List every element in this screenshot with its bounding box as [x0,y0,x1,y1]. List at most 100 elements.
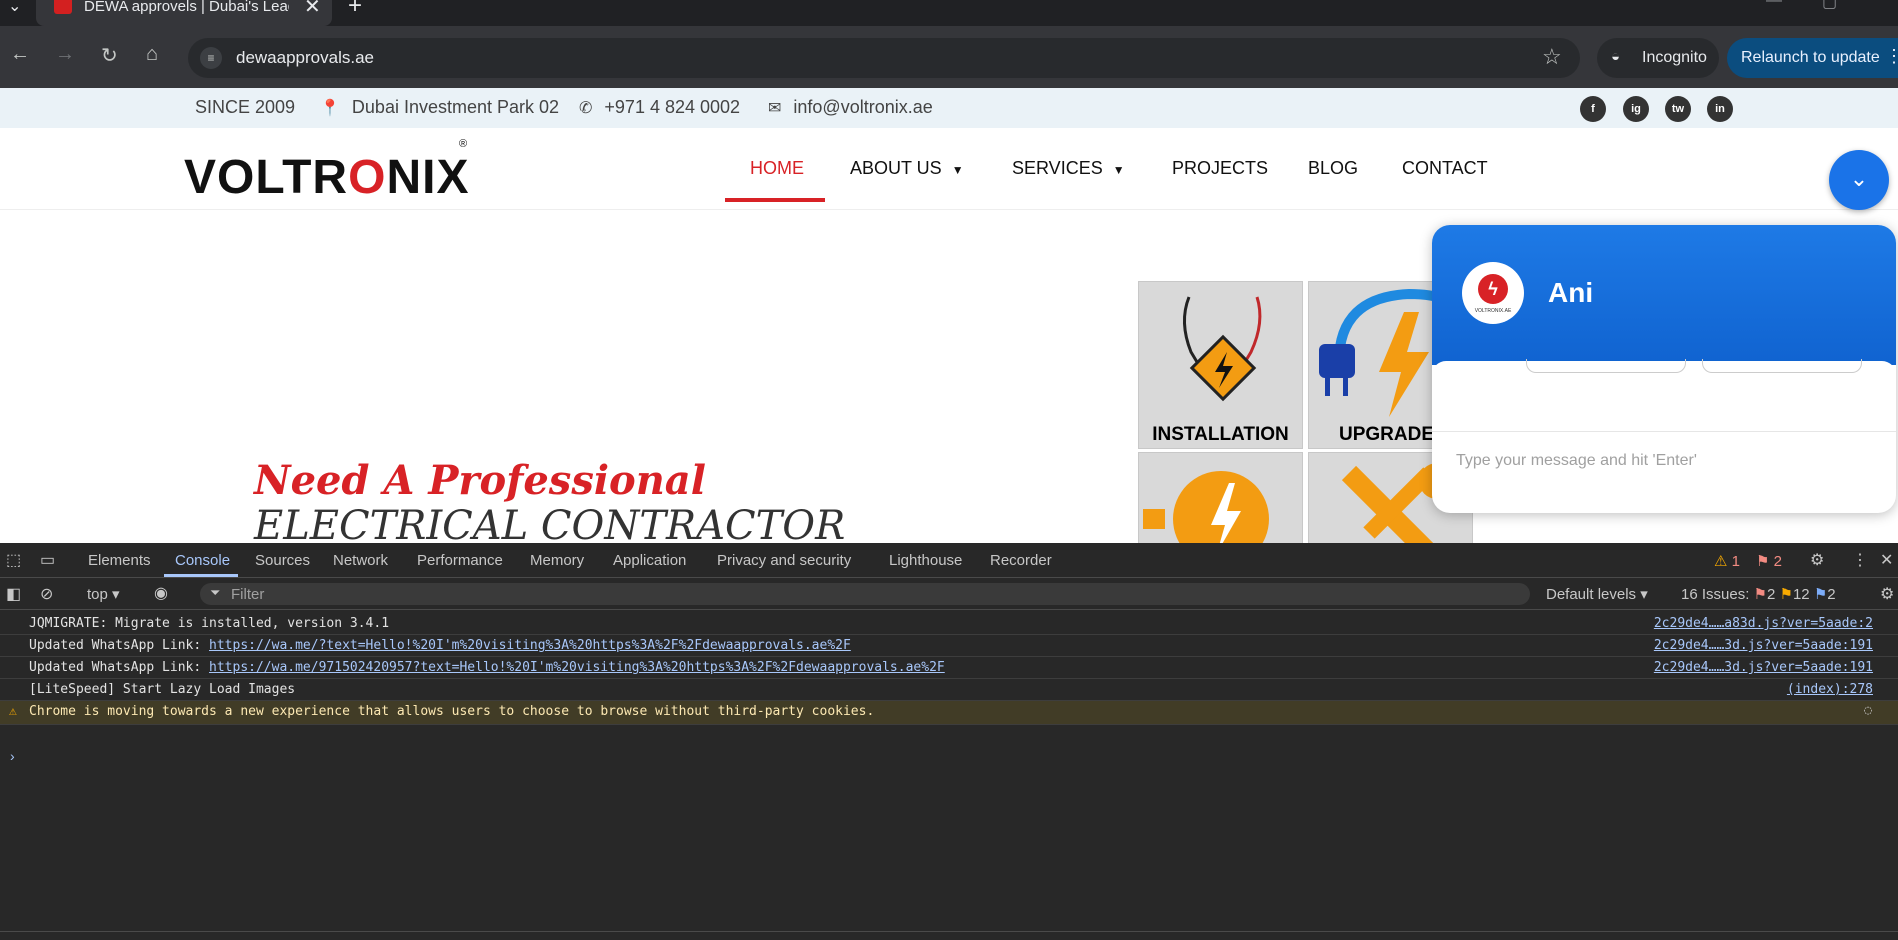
page-viewport: SINCE 2009 📍 Dubai Investment Park 02 ✆ +9… [0,88,1898,543]
location-item: 📍 Dubai Investment Park 02 [320,97,559,118]
eye-live-expression-icon[interactable]: ◉ [154,583,168,603]
bookmark-star-icon[interactable]: ☆ [1542,44,1562,70]
tab-strip: ⌄ DEWA approvels | Dubai's Leading ✕ + —… [0,0,1898,26]
voltronix-logo[interactable]: VOLTRONIX ® [184,138,469,205]
message-url-link[interactable]: https://wa.me/971502420957?text=Hello!%2… [209,660,945,675]
facebook-icon[interactable]: f [1580,96,1606,122]
home-icon[interactable]: ⌂ [146,43,158,66]
console-message-text: Updated WhatsApp Link: https://wa.me/971… [29,660,945,675]
tab-privacy-security[interactable]: Privacy and security [717,552,851,569]
nav-contact[interactable]: CONTACT [1402,158,1488,179]
clear-console-icon[interactable]: ⊘ [40,584,53,604]
hero-headline-2: ELECTRICAL CONTRACTOR [254,503,846,543]
close-tab-icon[interactable]: ✕ [304,0,321,19]
error-flag-icon: ⚑ [1756,553,1770,570]
sidebar-toggle-icon[interactable]: ◧ [6,584,21,604]
main-navigation: VOLTRONIX ® HOME ABOUT US ▼ SERVICES ▼ PRO… [0,128,1898,210]
tab-console[interactable]: Console [175,552,230,569]
hero-headline-1: Need A Professional [254,457,706,504]
nav-about-label: ABOUT US [850,158,942,178]
twitter-icon[interactable]: tw [1665,96,1691,122]
warning-count-badge[interactable]: ⚠ 1 [1714,552,1740,570]
address-bar[interactable]: ≡ dewaapprovals.ae ☆ [188,38,1580,78]
forward-icon[interactable]: → [55,43,75,66]
console-prompt[interactable]: › [10,748,15,764]
tab-application[interactable]: Application [613,552,686,569]
chat-message-input[interactable]: Type your message and hit 'Enter' [1432,431,1896,513]
console-message-text: JQMIGRATE: Migrate is installed, version… [29,616,390,631]
chat-header: ϟ VOLTRONIX.AE Ani [1432,225,1896,365]
tab-search-icon[interactable]: ⌄ [8,0,21,16]
browser-tab[interactable]: DEWA approvels | Dubai's Leading ✕ [36,0,332,26]
nav-about-us[interactable]: ABOUT US ▼ [850,158,964,179]
relaunch-button[interactable]: Relaunch to update ⋮ [1727,38,1898,78]
linkedin-icon[interactable]: in [1707,96,1733,122]
since-text: SINCE 2009 [195,97,296,117]
console-message: JQMIGRATE: Migrate is installed, version… [0,613,1898,635]
tab-recorder[interactable]: Recorder [990,552,1052,569]
message-prefix: Updated WhatsApp Link: [29,660,210,675]
menu-kebab-icon[interactable]: ⋮ [1885,46,1898,67]
console-message: [LiteSpeed] Start Lazy Load Images (inde… [0,679,1898,701]
tab-performance[interactable]: Performance [417,552,503,569]
message-prefix: Updated WhatsApp Link: [29,638,210,653]
site-info-icon[interactable]: ≡ [200,47,222,69]
nav-home[interactable]: HOME [750,158,804,179]
more-options-icon[interactable]: ⋮ [1852,550,1868,570]
email-item[interactable]: ✉ info@voltronix.ae [768,97,933,118]
console-source-link[interactable]: (index):278 [1787,682,1873,697]
minimize-icon[interactable]: — [1766,0,1782,10]
tab-memory[interactable]: Memory [530,552,584,569]
message-url-link[interactable]: https://wa.me/?text=Hello!%20I'm%20visit… [209,638,851,653]
chat-widget-window: ϟ VOLTRONIX.AE Ani Type your message and… [1432,225,1896,513]
chat-toggle-button[interactable]: ⌄ [1829,150,1889,210]
console-settings-icon[interactable]: ⚙ [1880,584,1894,604]
service-tile-maintenance[interactable] [1138,452,1303,543]
quick-reply-chip[interactable] [1526,359,1686,373]
reload-icon[interactable]: ↻ [101,43,118,68]
console-filter-input[interactable]: ⏷ Filter [200,583,1530,605]
devtools-drawer-edge [0,931,1898,940]
tab-lighthouse[interactable]: Lighthouse [889,552,962,569]
new-tab-icon[interactable]: + [348,0,362,20]
avatar-caption: VOLTRONIX.AE [1474,308,1512,314]
context-value: top [87,586,108,603]
inspect-element-icon[interactable]: ⬚ [6,550,21,570]
device-toolbar-icon[interactable]: ▭ [40,550,55,570]
tab-elements[interactable]: Elements [88,552,151,569]
issues-warning-count: 12 [1792,586,1810,603]
log-levels-dropdown[interactable]: Default levels ▾ [1546,585,1648,603]
nav-projects[interactable]: PROJECTS [1172,158,1268,179]
settings-gear-icon[interactable]: ⚙ [1810,550,1824,570]
nav-blog[interactable]: BLOG [1308,158,1358,179]
close-devtools-icon[interactable]: ✕ [1880,550,1893,570]
map-pin-icon: 📍 [320,100,340,117]
context-selector[interactable]: top ▾ [87,585,120,603]
cookie-icon[interactable]: ◌ [1864,703,1872,718]
instagram-icon[interactable]: ig [1623,96,1649,122]
issue-error-icon: ⚑ [1753,586,1767,603]
console-source-link[interactable]: 2c29de4……a83d.js?ver=5aade:2 [1654,616,1873,631]
back-icon[interactable]: ← [10,43,30,66]
tab-sources[interactable]: Sources [255,552,310,569]
console-source-link[interactable]: 2c29de4……3d.js?ver=5aade:191 [1654,638,1873,653]
power-plug-icon [1143,471,1269,543]
incognito-badge[interactable]: ◒ Incognito [1597,38,1719,78]
logo-bolt-o: O [348,151,387,204]
email-text: info@voltronix.ae [793,97,933,117]
tab-network[interactable]: Network [333,552,388,569]
phone-item[interactable]: ✆ +971 4 824 0002 [579,97,740,118]
console-source-link[interactable]: 2c29de4……3d.js?ver=5aade:191 [1654,660,1873,675]
active-nav-underline [725,198,825,202]
service-tile-installation[interactable]: INSTALLATION [1138,281,1303,449]
nav-services[interactable]: SERVICES ▼ [1012,158,1125,179]
issues-button[interactable]: 16 Issues: ⚑2 ⚑12 ⚑2 [1681,585,1836,603]
console-warning-text: Chrome is moving towards a new experienc… [29,704,875,719]
issues-label: 16 Issues: [1681,586,1750,603]
browser-toolbar: ← → ↻ ⌂ ≡ dewaapprovals.ae ☆ ◒ Incognito… [0,26,1898,88]
url-text[interactable]: dewaapprovals.ae [236,48,374,68]
error-count-badge[interactable]: ⚑ 2 [1756,552,1782,570]
filter-icon: ⏷ [210,585,221,600]
maximize-icon[interactable]: ▢ [1822,0,1837,12]
quick-reply-chip[interactable] [1702,359,1862,373]
